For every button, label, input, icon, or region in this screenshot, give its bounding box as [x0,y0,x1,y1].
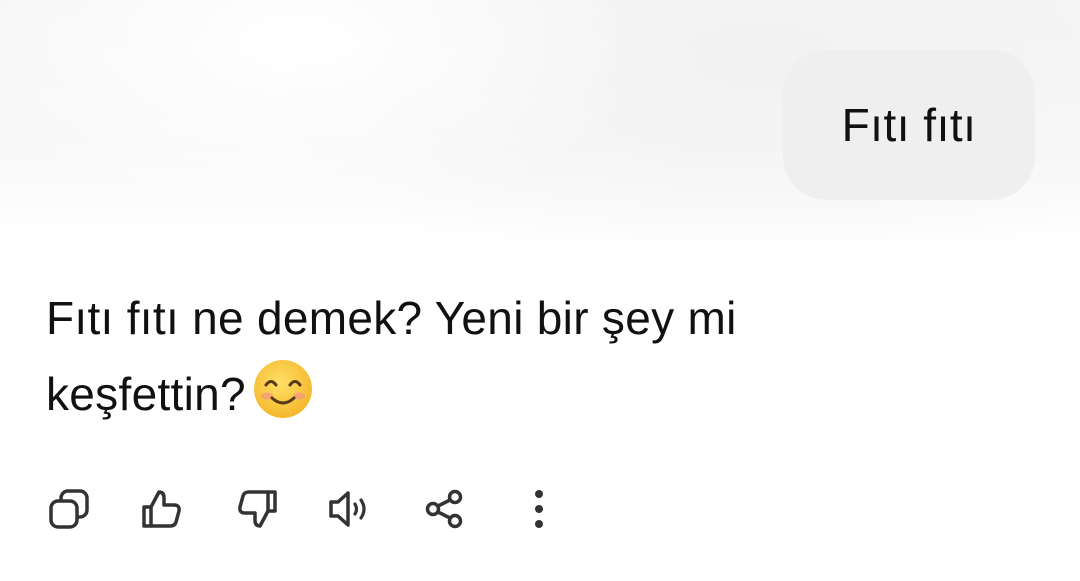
like-button[interactable] [139,486,185,532]
thumbs-up-icon [142,490,181,528]
thumbs-down-icon [238,490,277,528]
read-aloud-button[interactable] [328,486,374,532]
speaker-icon [329,491,366,527]
more-vertical-icon [535,490,543,528]
user-message-bubble: Fıtı fıtı [783,50,1035,200]
share-icon [425,489,463,529]
assistant-message-text: Fıtı fıtı ne demek? Yeni bir şey mi keşf… [46,292,737,420]
smiling-face-emoji-icon [252,358,314,442]
share-button[interactable] [421,486,467,532]
user-message-text: Fıtı fıtı [841,99,977,151]
dislike-button[interactable] [234,486,280,532]
more-options-button[interactable] [516,486,562,532]
assistant-message: Fıtı fıtı ne demek? Yeni bir şey mi keşf… [46,280,946,442]
copy-icon [49,489,89,529]
copy-button[interactable] [46,486,92,532]
